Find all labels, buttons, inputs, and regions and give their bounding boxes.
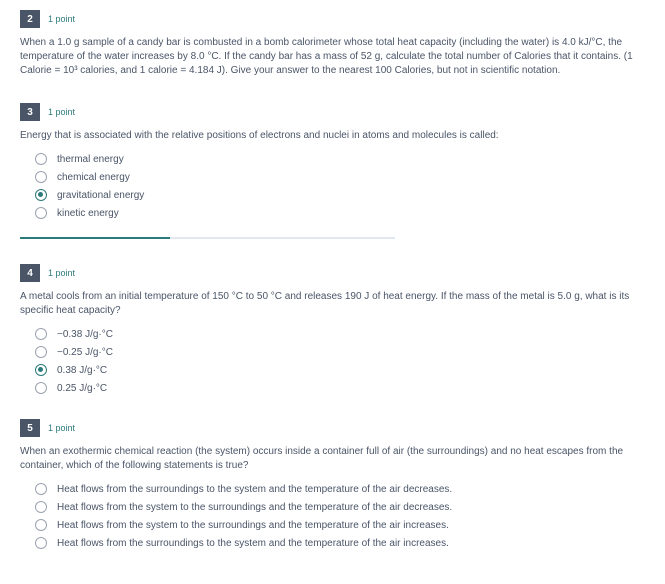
progress-bar bbox=[20, 237, 395, 239]
option[interactable]: −0.38 J/g·°C bbox=[35, 328, 645, 340]
option[interactable]: Heat flows from the surroundings to the … bbox=[35, 483, 645, 495]
question-text: Energy that is associated with the relat… bbox=[20, 129, 645, 143]
radio-button[interactable] bbox=[35, 519, 47, 531]
option[interactable]: 0.38 J/g·°C bbox=[35, 364, 645, 376]
option-label: −0.25 J/g·°C bbox=[57, 347, 113, 358]
option-label: Heat flows from the surroundings to the … bbox=[57, 484, 452, 495]
question-header: 4 1 point bbox=[20, 264, 645, 282]
radio-button[interactable] bbox=[35, 153, 47, 165]
question-text: A metal cools from an initial temperatur… bbox=[20, 290, 645, 318]
option-label: 0.25 J/g·°C bbox=[57, 383, 107, 394]
question-5: 5 1 point When an exothermic chemical reac… bbox=[20, 419, 645, 549]
radio-button[interactable] bbox=[35, 189, 47, 201]
radio-button[interactable] bbox=[35, 171, 47, 183]
option[interactable]: Heat flows from the system to the surrou… bbox=[35, 501, 645, 513]
question-text: When an exothermic chemical reaction (th… bbox=[20, 445, 645, 473]
option-label: Heat flows from the surroundings to the … bbox=[57, 538, 449, 549]
option[interactable]: Heat flows from the system to the surrou… bbox=[35, 519, 645, 531]
question-header: 5 1 point bbox=[20, 419, 645, 437]
question-number: 2 bbox=[20, 10, 40, 28]
question-number: 3 bbox=[20, 103, 40, 121]
option[interactable]: thermal energy bbox=[35, 153, 645, 165]
option-label: Heat flows from the system to the surrou… bbox=[57, 520, 449, 531]
radio-button[interactable] bbox=[35, 501, 47, 513]
question-points: 1 point bbox=[48, 107, 75, 117]
question-points: 1 point bbox=[48, 423, 75, 433]
question-points: 1 point bbox=[48, 268, 75, 278]
question-points: 1 point bbox=[48, 14, 75, 24]
radio-button[interactable] bbox=[35, 483, 47, 495]
question-2: 2 1 point When a 1.0 g sample of a candy b… bbox=[20, 10, 645, 78]
radio-button[interactable] bbox=[35, 207, 47, 219]
question-number: 4 bbox=[20, 264, 40, 282]
question-3: 3 1 point Energy that is associated with t… bbox=[20, 103, 645, 239]
radio-button[interactable] bbox=[35, 382, 47, 394]
question-number: 5 bbox=[20, 419, 40, 437]
option[interactable]: chemical energy bbox=[35, 171, 645, 183]
option[interactable]: 0.25 J/g·°C bbox=[35, 382, 645, 394]
question-header: 3 1 point bbox=[20, 103, 645, 121]
option[interactable]: −0.25 J/g·°C bbox=[35, 346, 645, 358]
question-header: 2 1 point bbox=[20, 10, 645, 28]
option-label: thermal energy bbox=[57, 154, 124, 165]
radio-button[interactable] bbox=[35, 537, 47, 549]
option[interactable]: gravitational energy bbox=[35, 189, 645, 201]
radio-button[interactable] bbox=[35, 328, 47, 340]
option-label: gravitational energy bbox=[57, 190, 144, 201]
option-label: kinetic energy bbox=[57, 208, 119, 219]
radio-button[interactable] bbox=[35, 364, 47, 376]
question-text: When a 1.0 g sample of a candy bar is co… bbox=[20, 36, 645, 78]
option-label: −0.38 J/g·°C bbox=[57, 329, 113, 340]
option-label: 0.38 J/g·°C bbox=[57, 365, 107, 376]
option[interactable]: Heat flows from the surroundings to the … bbox=[35, 537, 645, 549]
option-label: Heat flows from the system to the surrou… bbox=[57, 502, 452, 513]
option[interactable]: kinetic energy bbox=[35, 207, 645, 219]
option-label: chemical energy bbox=[57, 172, 130, 183]
question-4: 4 1 point A metal cools from an initial te… bbox=[20, 264, 645, 394]
radio-button[interactable] bbox=[35, 346, 47, 358]
